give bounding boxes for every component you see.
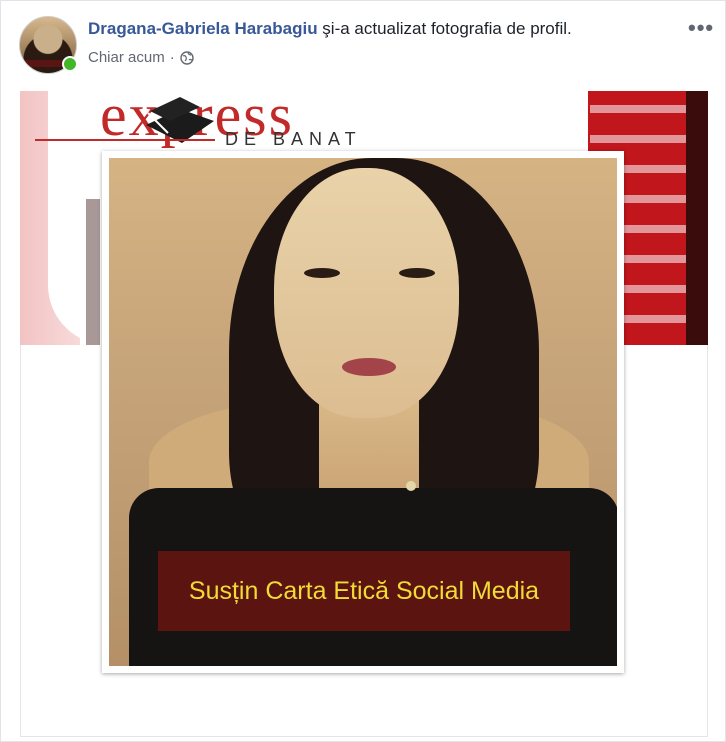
feed-post-card: Dragana-Gabriela Harabagiu şi-a actualiz…: [0, 0, 726, 742]
author-name-link[interactable]: Dragana-Gabriela Harabagiu: [88, 19, 318, 38]
profile-photo[interactable]: Susțin Carta Etică Social Media: [109, 158, 617, 666]
photo-pendant: [406, 481, 416, 491]
post-action-text: şi-a actualizat fotografia de profil.: [317, 19, 572, 38]
photo-lips: [342, 358, 396, 376]
online-status-indicator: [62, 56, 78, 72]
photo-face: [274, 168, 459, 418]
cover-right-edge: [686, 91, 708, 345]
profile-frame-caption: Susțin Carta Etică Social Media: [158, 551, 570, 631]
cover-left-bar: [86, 199, 100, 345]
post-left-border: [20, 345, 21, 737]
express-logo-subtitle: DE BANAT: [35, 129, 362, 149]
more-options-icon[interactable]: •••: [688, 15, 714, 41]
post-meta: Chiar acum ·: [88, 49, 194, 66]
post-bottom-border: [20, 736, 708, 737]
profile-frame-caption-text: Susțin Carta Etică Social Media: [188, 576, 540, 605]
profile-photo-frame[interactable]: Susțin Carta Etică Social Media: [102, 151, 624, 673]
post-header: Dragana-Gabriela Harabagiu şi-a actualiz…: [88, 19, 572, 39]
post-timestamp[interactable]: Chiar acum: [88, 49, 165, 66]
meta-separator: ·: [169, 49, 175, 66]
post-right-border: [707, 345, 708, 737]
photo-left-eye: [304, 268, 340, 278]
photo-right-eye: [399, 268, 435, 278]
globe-icon[interactable]: [180, 50, 194, 65]
